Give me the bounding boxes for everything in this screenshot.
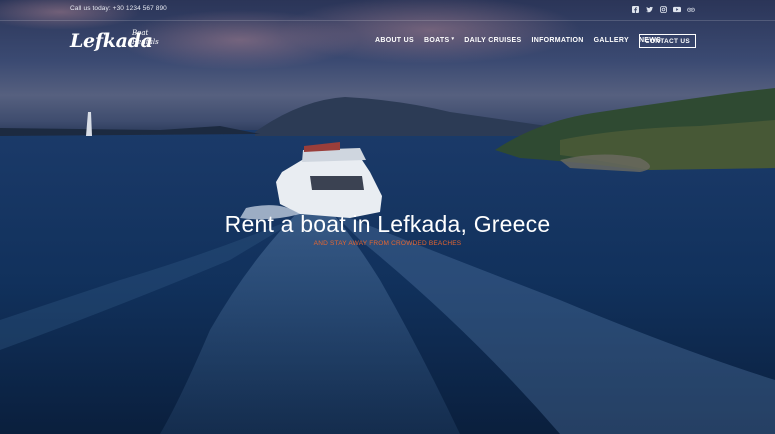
nav-item-daily-cruises[interactable]: DAILY CRUISES	[464, 37, 521, 44]
nav-item-label: ABOUT US	[375, 37, 414, 44]
nav-item-information[interactable]: INFORMATION	[531, 37, 583, 44]
tripadvisor-icon[interactable]	[687, 5, 695, 13]
nav-item-about-us[interactable]: ABOUT US	[375, 37, 414, 44]
contact-us-button[interactable]: CONTACT US	[639, 34, 696, 48]
nav-item-label: BOATS	[423, 37, 450, 44]
youtube-icon[interactable]	[673, 5, 681, 13]
social-links	[631, 5, 695, 13]
hero-title: Rent a boat in Lefkada, Greece	[224, 211, 551, 237]
logo-tagline-line2: Rentals	[132, 38, 159, 46]
nav-item-label: INFORMATION	[531, 37, 584, 44]
nav-item-label: GALLERY	[593, 37, 629, 44]
nav-item-gallery[interactable]: GALLERY	[594, 37, 629, 44]
logo-tagline: Boat Rentals	[132, 29, 159, 47]
twitter-icon[interactable]	[645, 5, 653, 13]
chevron-down-icon: ▾	[451, 35, 455, 42]
top-bar: Call us today: +30 1234 567 890	[0, 0, 775, 21]
instagram-icon[interactable]	[659, 5, 667, 13]
nav-item-label: DAILY CRUISES	[464, 37, 522, 44]
facebook-icon[interactable]	[631, 5, 639, 13]
site-logo[interactable]: Lefkada Boat Rentals	[70, 29, 170, 56]
main-navigation: ABOUT US BOATS ▾ DAILY CRUISES INFORMATIO…	[375, 35, 671, 45]
logo-tagline-line1: Boat	[132, 29, 149, 37]
nav-item-boats[interactable]: BOATS ▾	[423, 35, 455, 45]
phone-number[interactable]: Call us today: +30 1234 567 890	[70, 5, 167, 12]
hero-subtitle: AND STAY AWAY FROM CROWDED BEACHES	[313, 240, 462, 247]
